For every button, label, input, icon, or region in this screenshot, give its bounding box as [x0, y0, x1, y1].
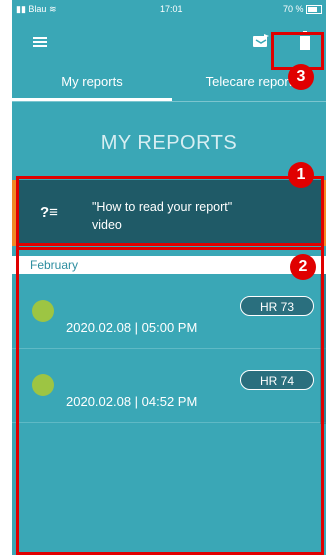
clock: 17:01	[160, 4, 183, 14]
tab-divider	[12, 101, 326, 102]
annotation-number-2: 2	[290, 254, 316, 280]
carrier-label: ▮▮ Blau ≋	[16, 4, 57, 14]
wifi-icon: ≋	[48, 4, 57, 14]
share-icon[interactable]	[252, 33, 270, 49]
annotation-box-1	[16, 176, 324, 250]
battery-indicator: 70 %	[283, 4, 322, 15]
tab-my-reports[interactable]: My reports	[12, 62, 172, 102]
signal-icon: ▮▮	[16, 4, 26, 14]
menu-icon[interactable]	[33, 37, 47, 47]
annotation-number-3: 3	[288, 64, 314, 90]
annotation-box-2	[16, 243, 324, 555]
page-title: MY REPORTS	[100, 132, 238, 154]
status-bar: ▮▮ Blau ≋ 17:01 70 %	[12, 0, 326, 20]
battery-icon	[306, 5, 322, 15]
annotation-number-1: 1	[288, 162, 314, 188]
